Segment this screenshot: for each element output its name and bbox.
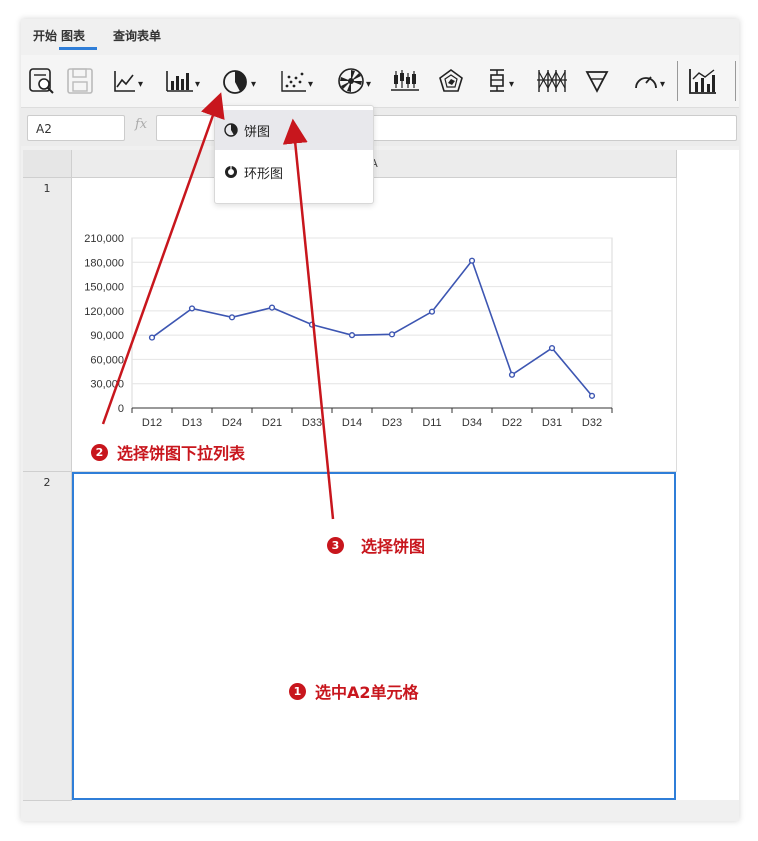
step-badge: 3 (327, 536, 344, 554)
step-badge: 2 (91, 443, 108, 461)
annotation-step-2: 2 选择饼图下拉列表 (91, 440, 245, 464)
arrow-to-pie-item (282, 118, 335, 520)
annotation-text: 选择饼图 (361, 537, 426, 556)
arrow-to-pie-dropdown (101, 92, 225, 425)
annotation-step-1: 1 选中A2单元格 (289, 679, 419, 703)
annotation-text: 选择饼图下拉列表 (117, 444, 246, 463)
step-badge: 1 (289, 682, 306, 700)
app-window: 开始 图表 查询表单 ▾ ▾ ▾ ▾ ▾ ▾ ▾ A2 fx A 1 0 30,… (21, 19, 739, 821)
annotation-step-3: 3 选择饼图 (327, 533, 425, 557)
annotation-text: 选中A2单元格 (315, 683, 419, 702)
